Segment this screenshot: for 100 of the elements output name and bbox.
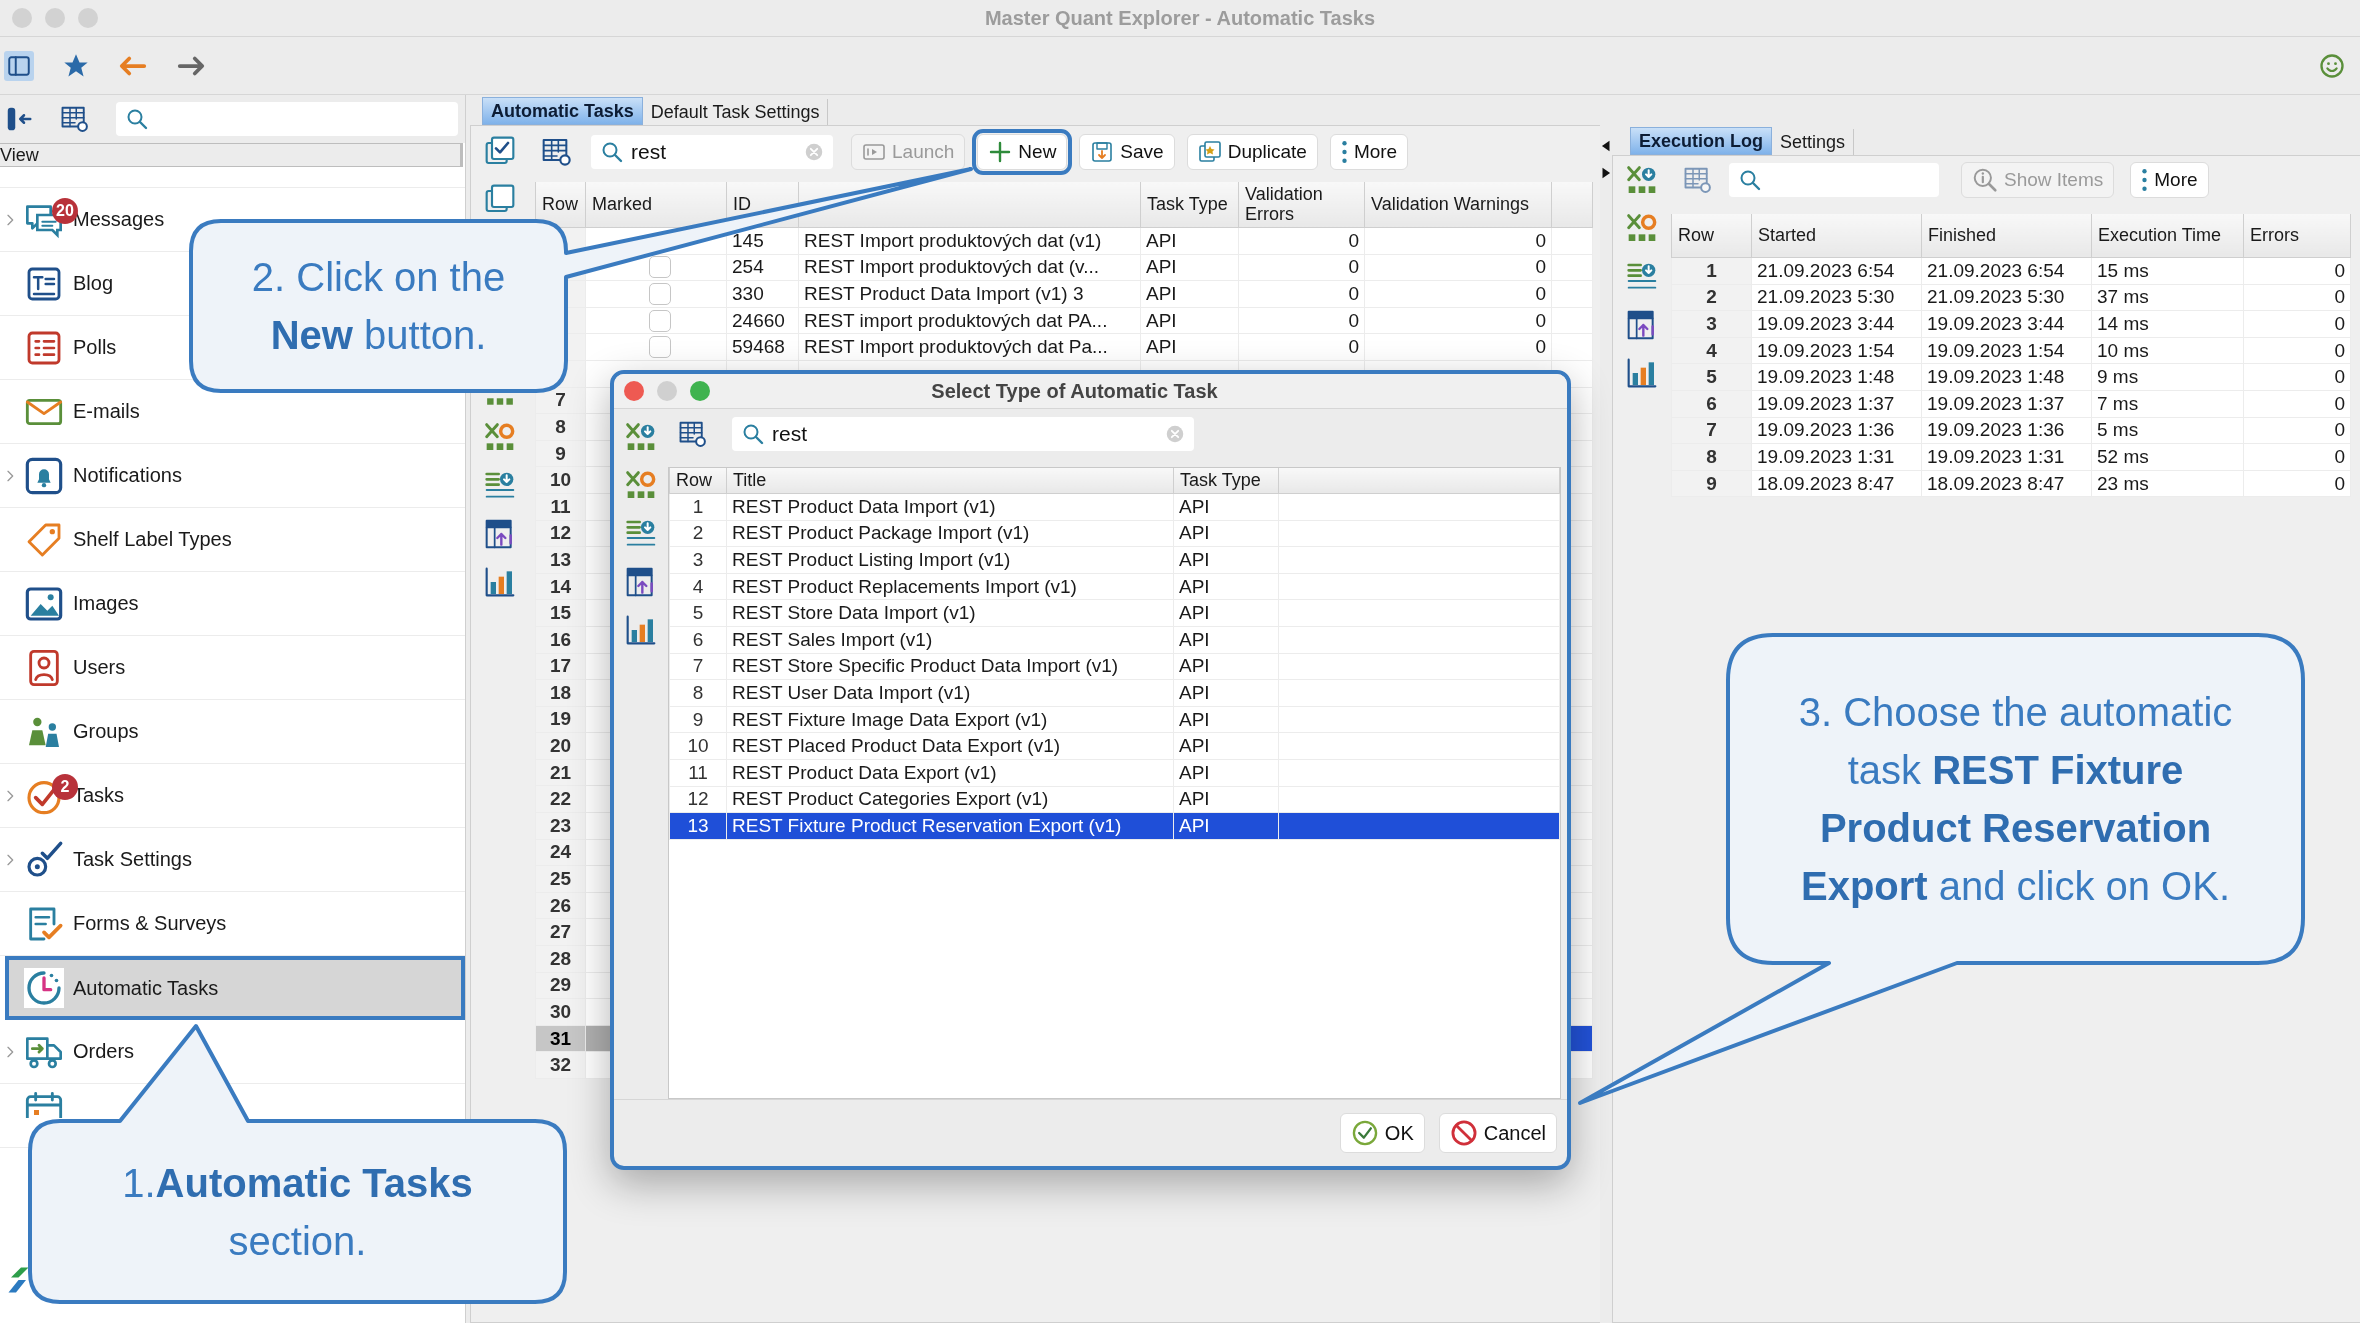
row-number: 20 xyxy=(549,735,572,757)
column-header[interactable]: Row xyxy=(1671,214,1752,258)
table-cell: 19.09.2023 1:48 xyxy=(1751,363,1922,391)
bar-chart-icon[interactable] xyxy=(1626,357,1658,389)
save-button[interactable]: Save xyxy=(1079,134,1175,170)
table-row[interactable]: 10 REST Placed Product Data Export (v1) API xyxy=(669,732,1560,760)
bar-chart-icon[interactable] xyxy=(484,566,516,598)
sidebar-item[interactable]: E-mails xyxy=(0,388,144,435)
table-cell: 19.09.2023 3:44 xyxy=(1751,310,1922,338)
table-row[interactable]: 1 REST Product Data Import (v1) API xyxy=(669,493,1560,521)
grid-squares-icon[interactable] xyxy=(484,397,516,406)
row-number: 9 xyxy=(1706,472,1717,494)
window-button[interactable] xyxy=(690,381,710,401)
copy-icon[interactable] xyxy=(484,183,516,215)
table-cell: API xyxy=(1173,786,1279,813)
column-header[interactable]: Validation Errors xyxy=(1238,182,1365,228)
row-number: 23 xyxy=(549,814,572,836)
search-field[interactable] xyxy=(1729,163,1939,197)
table-settings-icon[interactable] xyxy=(678,419,708,449)
sidebar-item[interactable]: Orders xyxy=(0,1028,139,1075)
column-header[interactable]: Execution Time xyxy=(2091,214,2244,258)
sidebar-item[interactable]: Groups xyxy=(0,708,143,755)
sidebar-item[interactable]: Task Settings xyxy=(0,836,196,883)
column-header[interactable]: Title xyxy=(726,468,1174,494)
cancel-button[interactable]: Cancel xyxy=(1438,1113,1557,1153)
row-number: 25 xyxy=(549,868,572,890)
column-header[interactable]: Started xyxy=(1751,214,1922,258)
table-row[interactable]: 2 REST Product Package Import (v1) API xyxy=(669,520,1560,547)
sidebar-item[interactable]: Users xyxy=(0,644,130,691)
table-row[interactable]: 7 REST Store Specific Product Data Import (v1) API xyxy=(669,653,1560,680)
sidebar-item[interactable]: Images xyxy=(0,580,143,627)
ok-button[interactable]: OK xyxy=(1339,1113,1425,1153)
table-cell: 0 xyxy=(2243,417,2351,444)
column-header[interactable]: Row xyxy=(535,182,586,228)
table-row[interactable]: 11 REST Product Data Export (v1) API xyxy=(669,759,1560,787)
column-header[interactable]: Validation Warnings xyxy=(1364,182,1552,228)
sidebar-toggle-button[interactable] xyxy=(4,50,34,81)
table-row[interactable]: 13 REST Fixture Product Reservation Export (v1) API xyxy=(669,812,1560,840)
column-header[interactable]: Finished xyxy=(1921,214,2092,258)
table-row[interactable]: 9 REST Fixture Image Data Export (v1) API xyxy=(669,706,1560,733)
row-number: 3 xyxy=(1706,313,1717,334)
row-number: 4 xyxy=(692,575,704,597)
table-cell: REST Product Data Export (v1) xyxy=(726,759,1174,787)
checkbox[interactable] xyxy=(649,256,671,279)
column-header[interactable]: Marked xyxy=(585,182,727,228)
sidebar-item[interactable]: Shelf Label Types xyxy=(0,516,236,563)
table-settings-icon[interactable] xyxy=(541,136,573,168)
checkbox[interactable] xyxy=(649,336,671,359)
row-number: 26 xyxy=(549,894,572,916)
row-number: 17 xyxy=(549,655,572,677)
sidebar-item[interactable]: Blog xyxy=(0,260,118,307)
bar-chart-icon[interactable] xyxy=(625,614,657,646)
table-row[interactable]: 8 REST User Data Import (v1) API xyxy=(669,679,1560,707)
sidebar-item[interactable]: Automatic Tasks xyxy=(9,965,223,1011)
more-button[interactable]: More xyxy=(1329,134,1409,170)
table-cell: 14 ms xyxy=(2091,310,2244,338)
tab[interactable]: Execution Log xyxy=(1630,127,1772,155)
smiley-icon[interactable] xyxy=(2318,51,2346,80)
sidebar-item[interactable]: Notifications xyxy=(0,452,186,499)
table-cell: 0 xyxy=(2243,470,2351,497)
search-field[interactable] xyxy=(116,102,458,136)
row-number: 2 xyxy=(692,522,704,544)
table-cell: REST Import produktových dat (v... xyxy=(798,254,1141,281)
search-field[interactable]: rest xyxy=(732,417,1194,451)
table-cell: 19.09.2023 1:37 xyxy=(1921,390,2092,418)
sidebar-item[interactable]: Polls xyxy=(0,324,121,371)
table-row[interactable]: 6 REST Sales Import (v1) API xyxy=(669,626,1560,654)
table-row[interactable]: 5 REST Store Data Import (v1) API xyxy=(669,599,1560,627)
table-cell: REST Fixture Image Data Export (v1) xyxy=(726,706,1174,733)
table-cell: 19.09.2023 1:54 xyxy=(1751,337,1922,364)
table-cell: 21.09.2023 6:54 xyxy=(1751,257,1922,285)
table-cell: 0 xyxy=(1364,280,1552,308)
more-button[interactable]: More xyxy=(2130,162,2209,198)
sidebar-item[interactable]: Forms & Surveys xyxy=(0,900,231,947)
table-cell: 19.09.2023 1:36 xyxy=(1921,417,2092,444)
column-header[interactable]: Row xyxy=(669,468,727,494)
table-row[interactable]: 3 REST Product Listing Import (v1) API xyxy=(669,546,1560,574)
column-header[interactable]: Task Type xyxy=(1173,468,1279,494)
tab[interactable]: Automatic Tasks xyxy=(482,97,643,125)
table-cell: 23 ms xyxy=(2091,470,2244,497)
table-cell: API xyxy=(1173,679,1279,707)
search-icon xyxy=(741,422,765,446)
search-icon xyxy=(125,107,149,131)
check-all-icon[interactable] xyxy=(484,135,516,167)
window-button[interactable] xyxy=(624,381,644,401)
more-icon xyxy=(1340,140,1348,164)
column-header[interactable]: Task Type xyxy=(1140,182,1239,228)
checkbox[interactable] xyxy=(649,283,671,305)
table-cell: 0 xyxy=(2243,363,2351,391)
row-number: 9 xyxy=(692,708,704,730)
column-header[interactable]: Errors xyxy=(2243,214,2351,258)
checkbox[interactable] xyxy=(649,309,671,332)
duplicate-button[interactable]: Duplicate xyxy=(1186,134,1318,170)
table-row[interactable]: 4 REST Product Replacements Import (v1) API xyxy=(669,573,1560,600)
table-settings-icon[interactable] xyxy=(60,104,90,134)
search-field[interactable]: rest xyxy=(591,135,833,169)
table-cell: 59468 xyxy=(726,333,799,361)
row-number: 14 xyxy=(549,575,572,597)
table-cell: 0 xyxy=(1364,333,1552,361)
table-row[interactable]: 12 REST Product Categories Export (v1) API xyxy=(669,786,1560,813)
